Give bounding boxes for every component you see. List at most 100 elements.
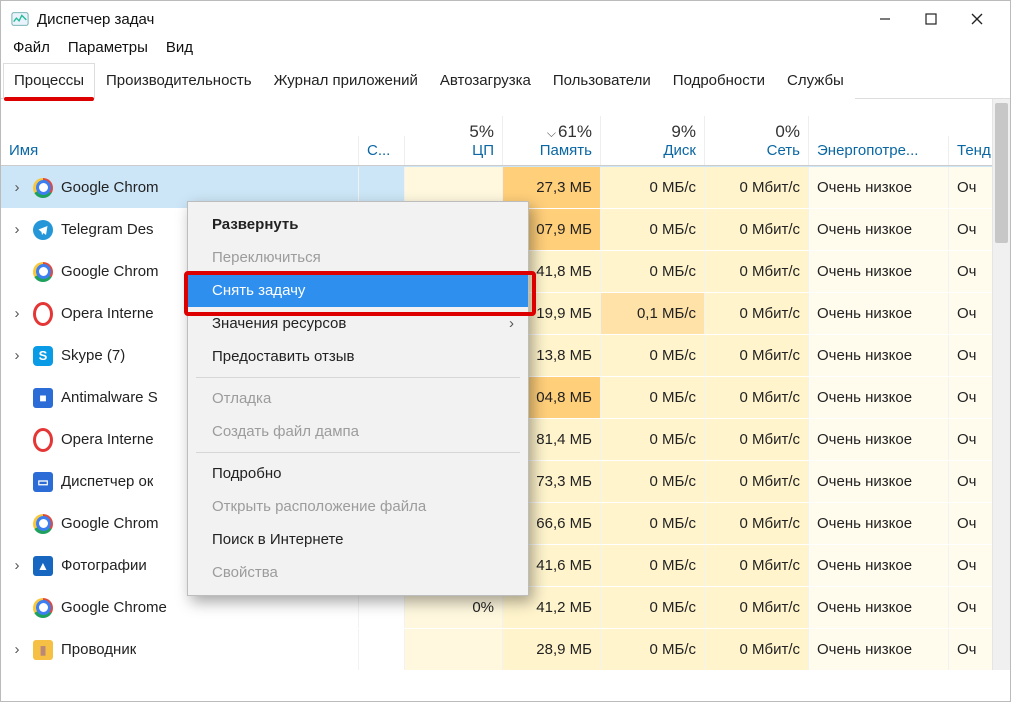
- menu-item[interactable]: Поиск в Интернете: [188, 523, 528, 556]
- header-name[interactable]: Имя: [1, 136, 359, 165]
- cell-network: 0 Мбит/с: [705, 377, 809, 418]
- minimize-button[interactable]: [862, 3, 908, 35]
- cell-power: Очень низкое: [809, 335, 949, 376]
- tab-processes[interactable]: Процессы: [3, 63, 95, 99]
- menu-separator: [196, 377, 520, 378]
- chrome-icon: [33, 178, 53, 198]
- expand-chevron-icon[interactable]: ›: [9, 179, 25, 196]
- cell-network: 0 Мбит/с: [705, 419, 809, 460]
- menu-item[interactable]: Подробно: [188, 457, 528, 490]
- menu-item: Свойства: [188, 556, 528, 589]
- monitor-icon: ▭: [33, 472, 53, 492]
- table-row[interactable]: ›▮Проводник28,9 МБ0 МБ/с0 Мбит/сОчень ни…: [1, 628, 1010, 670]
- process-name: Фотографии: [61, 557, 147, 574]
- scrollbar-thumb[interactable]: [995, 103, 1008, 243]
- cell-power: Очень низкое: [809, 251, 949, 292]
- process-name: Skype (7): [61, 347, 125, 364]
- cell-power: Очень низкое: [809, 419, 949, 460]
- tab-app-history[interactable]: Журнал приложений: [263, 63, 429, 99]
- menu-item[interactable]: Снять задачу: [188, 274, 528, 307]
- telegram-icon: [33, 220, 53, 240]
- cell-power: Очень низкое: [809, 629, 949, 670]
- cell-power: Очень низкое: [809, 503, 949, 544]
- tab-label: Процессы: [14, 72, 84, 89]
- context-menu[interactable]: РазвернутьПереключитьсяСнять задачуЗначе…: [187, 201, 529, 596]
- cell-cpu: [405, 629, 503, 670]
- cell-power: Очень низкое: [809, 293, 949, 334]
- cell-status: [359, 629, 405, 670]
- menu-item[interactable]: Развернуть: [188, 208, 528, 241]
- process-name: Telegram Des: [61, 221, 154, 238]
- taskmgr-icon: [11, 10, 29, 28]
- menu-view[interactable]: Вид: [166, 39, 193, 56]
- cell-memory: 28,9 МБ: [503, 629, 601, 670]
- cell-network: 0 Мбит/с: [705, 503, 809, 544]
- cell-disk: 0 МБ/с: [601, 503, 705, 544]
- cell-disk: 0 МБ/с: [601, 251, 705, 292]
- cell-power: Очень низкое: [809, 545, 949, 586]
- header-disk[interactable]: 9%Диск: [601, 116, 705, 165]
- close-button[interactable]: [954, 3, 1000, 35]
- cell-disk: 0 МБ/с: [601, 629, 705, 670]
- menu-item[interactable]: Предоставить отзыв: [188, 340, 528, 373]
- process-name: Google Chrom: [61, 515, 159, 532]
- process-name: Google Chrome: [61, 599, 167, 616]
- menu-file[interactable]: Файл: [13, 39, 50, 56]
- cell-network: 0 Мбит/с: [705, 587, 809, 628]
- cell-network: 0 Мбит/с: [705, 293, 809, 334]
- menu-options[interactable]: Параметры: [68, 39, 148, 56]
- process-name: Opera Interne: [61, 305, 154, 322]
- header-power[interactable]: Энергопотре...: [809, 136, 949, 165]
- cell-power: Очень низкое: [809, 377, 949, 418]
- opera-icon: [33, 430, 53, 450]
- menubar: Файл Параметры Вид: [1, 37, 1010, 62]
- tab-services[interactable]: Службы: [776, 63, 855, 99]
- cell-disk: 0 МБ/с: [601, 167, 705, 208]
- maximize-button[interactable]: [908, 3, 954, 35]
- header-memory[interactable]: ⌵61%Память: [503, 116, 601, 165]
- table-header: Имя С... 5%ЦП ⌵61%Память 9%Диск 0%Сеть Э…: [1, 99, 1010, 166]
- cell-network: 0 Мбит/с: [705, 545, 809, 586]
- menu-item: Переключиться: [188, 241, 528, 274]
- cell-network: 0 Мбит/с: [705, 167, 809, 208]
- header-status[interactable]: С...: [359, 136, 405, 165]
- cell-disk: 0 МБ/с: [601, 461, 705, 502]
- header-network[interactable]: 0%Сеть: [705, 116, 809, 165]
- cell-disk: 0 МБ/с: [601, 377, 705, 418]
- expand-chevron-icon[interactable]: ›: [9, 557, 25, 574]
- cell-name: › ▮ Проводник: [1, 629, 359, 670]
- cell-disk: 0 МБ/с: [601, 419, 705, 460]
- opera-icon: [33, 304, 53, 324]
- menu-item[interactable]: Значения ресурсов: [188, 307, 528, 340]
- vertical-scrollbar[interactable]: [992, 99, 1010, 670]
- sort-chevron-icon: ⌵: [547, 126, 556, 141]
- process-name: Диспетчер ок: [61, 473, 153, 490]
- expand-chevron-icon[interactable]: ›: [9, 221, 25, 238]
- expand-chevron-icon[interactable]: ›: [9, 641, 25, 658]
- menu-separator: [196, 452, 520, 453]
- cell-network: 0 Мбит/с: [705, 335, 809, 376]
- menu-item: Создать файл дампа: [188, 415, 528, 448]
- cell-disk: 0,1 МБ/с: [601, 293, 705, 334]
- photos-icon: ▲: [33, 556, 53, 576]
- cell-power: Очень низкое: [809, 461, 949, 502]
- window-title: Диспетчер задач: [37, 11, 862, 28]
- process-name: Google Chrom: [61, 263, 159, 280]
- tab-details[interactable]: Подробности: [662, 63, 776, 99]
- cell-power: Очень низкое: [809, 209, 949, 250]
- folder-icon: ▮: [33, 640, 53, 660]
- chrome-icon: [33, 598, 53, 618]
- taskmgr-window: { "title": "Диспетчер задач", "window_bu…: [0, 0, 1011, 702]
- tab-startup[interactable]: Автозагрузка: [429, 63, 542, 99]
- cell-disk: 0 МБ/с: [601, 209, 705, 250]
- tab-performance[interactable]: Производительность: [95, 63, 263, 99]
- chrome-icon: [33, 262, 53, 282]
- header-cpu[interactable]: 5%ЦП: [405, 116, 503, 165]
- process-name: Google Chrom: [61, 179, 159, 196]
- process-name: Opera Interne: [61, 431, 154, 448]
- expand-chevron-icon[interactable]: ›: [9, 305, 25, 322]
- expand-chevron-icon[interactable]: ›: [9, 347, 25, 364]
- tab-users[interactable]: Пользователи: [542, 63, 662, 99]
- chrome-icon: [33, 514, 53, 534]
- process-name: Проводник: [61, 641, 136, 658]
